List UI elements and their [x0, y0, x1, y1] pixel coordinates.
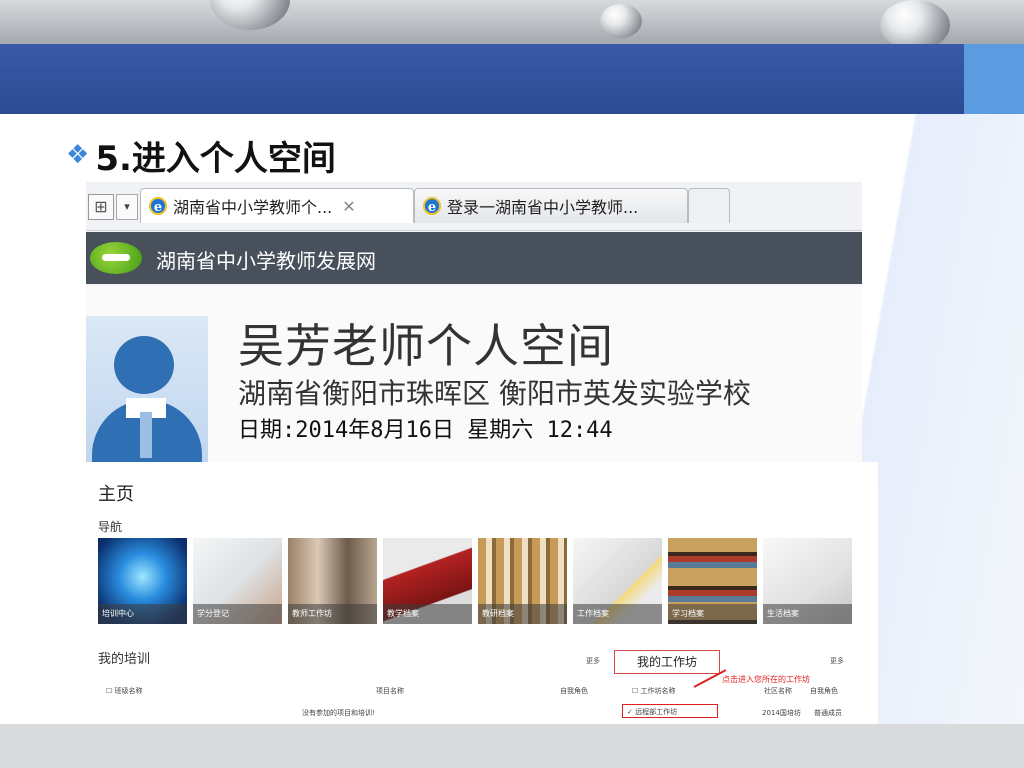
nav-tile-training-center[interactable]: 培训中心 [98, 538, 187, 624]
site-header: 湖南省中小学教师发展网 [86, 232, 862, 284]
slide-header-accent [964, 44, 1024, 114]
browser-tab-active[interactable]: e 湖南省中小学教师个... ✕ [140, 188, 414, 223]
profile-date: 日期:2014年8月16日 星期六 12:44 [238, 418, 613, 443]
tab-label: 登录一湖南省中小学教师... [447, 198, 639, 217]
nav-label: 导航 [98, 520, 123, 534]
training-empty-message: 没有参加的项目和培训! [302, 709, 375, 717]
page-title: 主页 [98, 484, 134, 505]
nav-tiles: 培训中心 学分登记 教师工作坊 教学档案 教研档案 工作档案 学习档案 生活档案 [98, 538, 852, 624]
water-drop-decoration [880, 0, 950, 50]
close-icon[interactable]: ✕ [342, 197, 355, 216]
workshop-row-link[interactable]: ✓ 远程部工作坊 [622, 704, 718, 718]
callout-annotation: 点击进入您所在的工作坊 [722, 675, 810, 684]
slide-footer-band [0, 724, 1024, 768]
browser-tab[interactable]: e 登录一湖南省中小学教师... [414, 188, 688, 223]
column-header: ☐ 班级名称 [106, 687, 143, 695]
slide-top-decoration [0, 0, 1024, 48]
water-drop-decoration [600, 4, 642, 38]
profile-banner: 吴芳老师个人空间 湖南省衡阳市珠晖区 衡阳市英发实验学校 日期:2014年8月1… [86, 286, 862, 462]
column-header: 自我角色 [810, 687, 838, 695]
profile-organization: 湖南省衡阳市珠晖区 衡阳市英发实验学校 [238, 377, 751, 410]
column-header: ☐ 工作坊名称 [632, 687, 676, 695]
nav-tile-work-archive[interactable]: 工作档案 [573, 538, 662, 624]
slide-header-band [0, 44, 1024, 114]
site-name[interactable]: 湖南省中小学教师发展网 [156, 245, 376, 274]
new-tab-button[interactable] [688, 188, 730, 223]
tab-label: 湖南省中小学教师个... [173, 198, 333, 217]
column-header: 项目名称 [376, 687, 404, 695]
my-training-title: 我的培训 [98, 652, 151, 667]
column-header: 自我角色 [560, 687, 588, 695]
nav-tile-teaching-archive[interactable]: 教学档案 [383, 538, 472, 624]
profile-name: 吴芳老师个人空间 [238, 319, 614, 373]
nav-tile-credit[interactable]: 学分登记 [193, 538, 282, 624]
diamond-bullet-icon: ❖ [66, 140, 90, 170]
nav-tile-study-archive[interactable]: 学习档案 [668, 538, 757, 624]
tab-grid-icon[interactable]: ⊞ [88, 194, 114, 220]
ie-icon: e [149, 197, 167, 215]
slide-title: ❖ 5.进入个人空间 [66, 132, 336, 179]
workshop-community: 2014国培坊 [762, 709, 801, 717]
nav-tile-research-archive[interactable]: 教研档案 [478, 538, 567, 624]
tab-dropdown-icon[interactable]: ▾ [116, 194, 138, 220]
slide-side-decoration [860, 114, 1024, 724]
training-more-link[interactable]: 更多 [586, 656, 600, 666]
browser-tab-bar: ⊞ ▾ e 湖南省中小学教师个... ✕ e 登录一湖南省中小学教师... [86, 182, 862, 231]
slide-title-text: 5.进入个人空间 [95, 138, 336, 179]
nav-tile-teacher-workshop[interactable]: 教师工作坊 [288, 538, 377, 624]
browser-screenshot: ⊞ ▾ e 湖南省中小学教师个... ✕ e 登录一湖南省中小学教师... 湖南… [86, 182, 862, 462]
avatar [86, 316, 208, 462]
workshop-more-link[interactable]: 更多 [830, 656, 844, 666]
nav-tile-life-archive[interactable]: 生活档案 [763, 538, 852, 624]
portal-page: 主页 导航 培训中心 学分登记 教师工作坊 教学档案 教研档案 工作档案 学习档… [86, 462, 878, 724]
site-logo-icon[interactable] [90, 242, 142, 274]
column-header: 社区名称 [764, 687, 792, 695]
tab-my-workshop[interactable]: 我的工作坊 [614, 650, 720, 674]
workshop-role: 普通成员 [814, 709, 842, 717]
ie-icon: e [423, 197, 441, 215]
